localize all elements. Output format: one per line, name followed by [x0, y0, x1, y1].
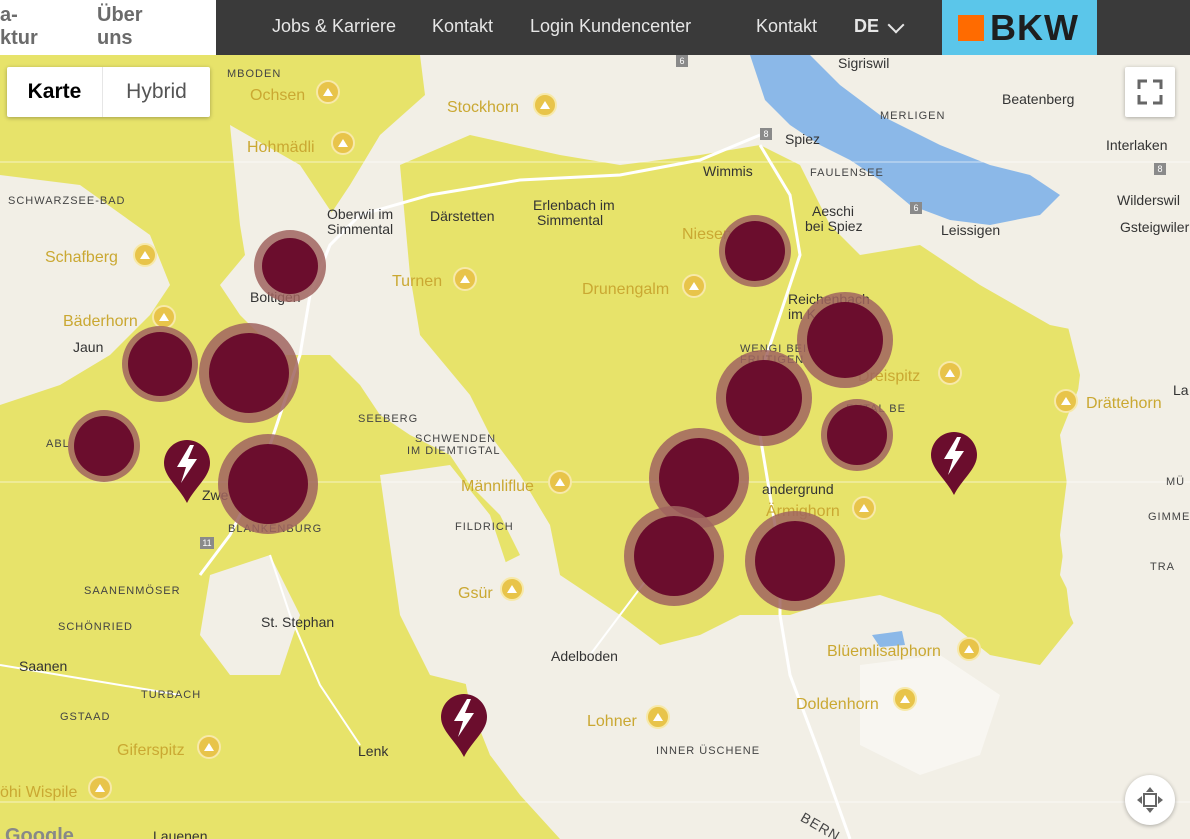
logo-text: BKW: [990, 7, 1079, 48]
lightning-pin-marker[interactable]: [164, 440, 210, 503]
cluster-marker[interactable]: [122, 326, 198, 402]
map-type-hybrid-button[interactable]: Hybrid: [103, 67, 210, 117]
nav-item-ueber-uns-line1: Über: [97, 4, 143, 26]
cluster-marker-core: [209, 333, 289, 413]
cluster-marker-core: [725, 221, 785, 281]
cluster-marker-core: [807, 302, 883, 378]
cluster-marker-core: [128, 332, 192, 396]
cluster-marker[interactable]: [797, 292, 893, 388]
nav-link-kontakt-secondary[interactable]: Kontakt: [756, 16, 817, 37]
nav-item-infrastruktur[interactable]: a- ktur: [0, 4, 38, 50]
cluster-marker-core: [827, 405, 887, 465]
nav-left-panel: a- ktur Über uns: [0, 0, 216, 55]
top-navigation: a- ktur Über uns Jobs & Karriere Kontakt…: [0, 0, 1190, 55]
chevron-down-icon[interactable]: [887, 16, 905, 34]
lightning-pin-marker[interactable]: [931, 432, 977, 495]
cluster-marker-core: [262, 238, 318, 294]
cluster-marker-core: [228, 444, 308, 524]
recenter-button[interactable]: [1125, 775, 1175, 825]
nav-link-kontakt[interactable]: Kontakt: [432, 16, 493, 37]
google-attribution-logo: Google: [5, 825, 74, 839]
language-selector[interactable]: DE: [854, 16, 879, 37]
cluster-marker[interactable]: [218, 434, 318, 534]
pan-arrows-icon: [1137, 787, 1163, 813]
cluster-marker[interactable]: [68, 410, 140, 482]
map-canvas[interactable]: 6 8 8 6 11 MBODEN Ochsen Stockhorn Sigriswi…: [0, 55, 1190, 839]
map-type-control: Karte Hybrid: [7, 67, 210, 117]
cluster-marker[interactable]: [624, 506, 724, 606]
logo-square-icon: [958, 15, 984, 41]
nav-item-infrastruktur-line1: a-: [0, 4, 18, 26]
cluster-marker[interactable]: [719, 215, 791, 287]
cluster-marker[interactable]: [716, 350, 812, 446]
nav-item-infrastruktur-line2: ktur: [0, 27, 38, 49]
fullscreen-button[interactable]: [1125, 67, 1175, 117]
nav-link-login[interactable]: Login Kundencenter: [530, 16, 691, 37]
cluster-marker-core: [659, 438, 739, 518]
nav-item-ueber-uns-line2: uns: [97, 27, 133, 49]
cluster-marker-core: [755, 521, 835, 601]
bkw-logo[interactable]: BKW: [942, 0, 1097, 55]
cluster-marker[interactable]: [745, 511, 845, 611]
cluster-marker-core: [74, 416, 134, 476]
cluster-marker-core: [634, 516, 714, 596]
nav-item-ueber-uns[interactable]: Über uns: [97, 4, 143, 50]
cluster-marker[interactable]: [199, 323, 299, 423]
map-type-karte-button[interactable]: Karte: [7, 67, 102, 117]
fullscreen-icon: [1137, 79, 1163, 105]
nav-link-jobs[interactable]: Jobs & Karriere: [272, 16, 396, 37]
cluster-marker[interactable]: [821, 399, 893, 471]
cluster-marker[interactable]: [254, 230, 326, 302]
cluster-marker-core: [726, 360, 802, 436]
lightning-pin-marker[interactable]: [441, 694, 487, 757]
marker-layer: [68, 215, 977, 757]
